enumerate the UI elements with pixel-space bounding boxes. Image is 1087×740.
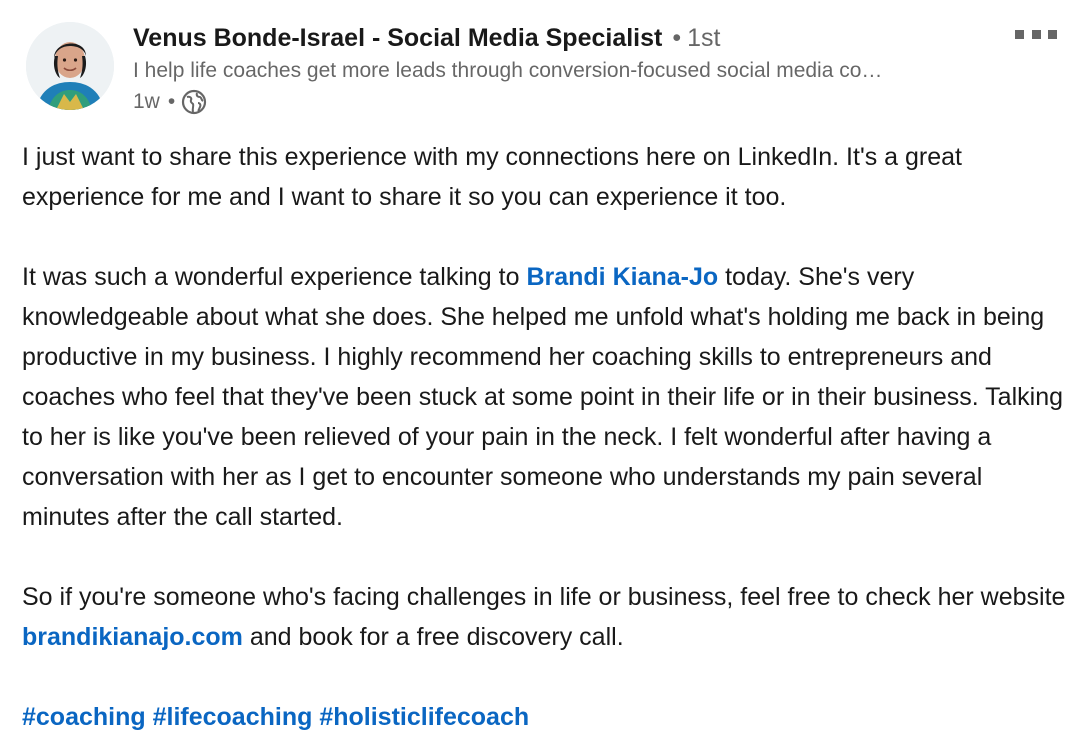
more-dot (1015, 29, 1024, 39)
paragraph-2-text-before: It was such a wonderful experience talki… (22, 263, 527, 291)
paragraph-3-text-before: So if you're someone who's facing challe… (22, 583, 1066, 611)
website-link[interactable]: brandikianajo.com (22, 623, 243, 651)
avatar-photo (26, 22, 114, 110)
more-options-icon[interactable] (1015, 22, 1057, 46)
hashtag-link[interactable]: #lifecoaching (153, 703, 313, 731)
paragraph-3-text-after: and book for a free discovery call. (242, 623, 624, 651)
post-paragraph-1: I just want to share this experience wit… (22, 143, 963, 211)
hashtag-link[interactable]: #coaching (22, 703, 146, 731)
author-avatar[interactable] (26, 22, 114, 110)
connection-degree: 1st (687, 24, 721, 52)
paragraph-2-text-after: today. She's very knowledgeable about wh… (22, 263, 1064, 531)
feed-post: Venus Bonde-Israel - Social Media Specia… (0, 0, 1087, 740)
more-dot (1031, 29, 1041, 39)
author-headline: I help life coaches get more leads throu… (133, 59, 883, 82)
author-name[interactable]: Venus Bonde-Israel - Social Media Specia… (133, 24, 662, 52)
mention-link[interactable]: Brandi Kiana-Jo (526, 263, 718, 291)
post-paragraph-3: So if you're someone who's facing challe… (22, 577, 1067, 657)
post-timestamp-row: 1w • (133, 86, 1003, 118)
more-dot (1048, 29, 1057, 39)
post-body: I just want to share this experience wit… (22, 137, 1067, 737)
degree-separator: • (672, 24, 682, 52)
time-separator: • (167, 90, 176, 113)
author-name-row: Venus Bonde-Israel - Social Media Specia… (133, 20, 1003, 56)
post-time[interactable]: 1w (133, 86, 160, 118)
post-paragraph-2: It was such a wonderful experience talki… (22, 257, 1067, 537)
hashtag-link[interactable]: #holisticlifecoach (319, 703, 529, 731)
post-header: Venus Bonde-Israel - Social Media Specia… (133, 20, 1003, 118)
globe-icon (181, 89, 207, 115)
hashtag-list: #coaching #lifecoaching #holisticlifecoa… (22, 697, 1067, 737)
